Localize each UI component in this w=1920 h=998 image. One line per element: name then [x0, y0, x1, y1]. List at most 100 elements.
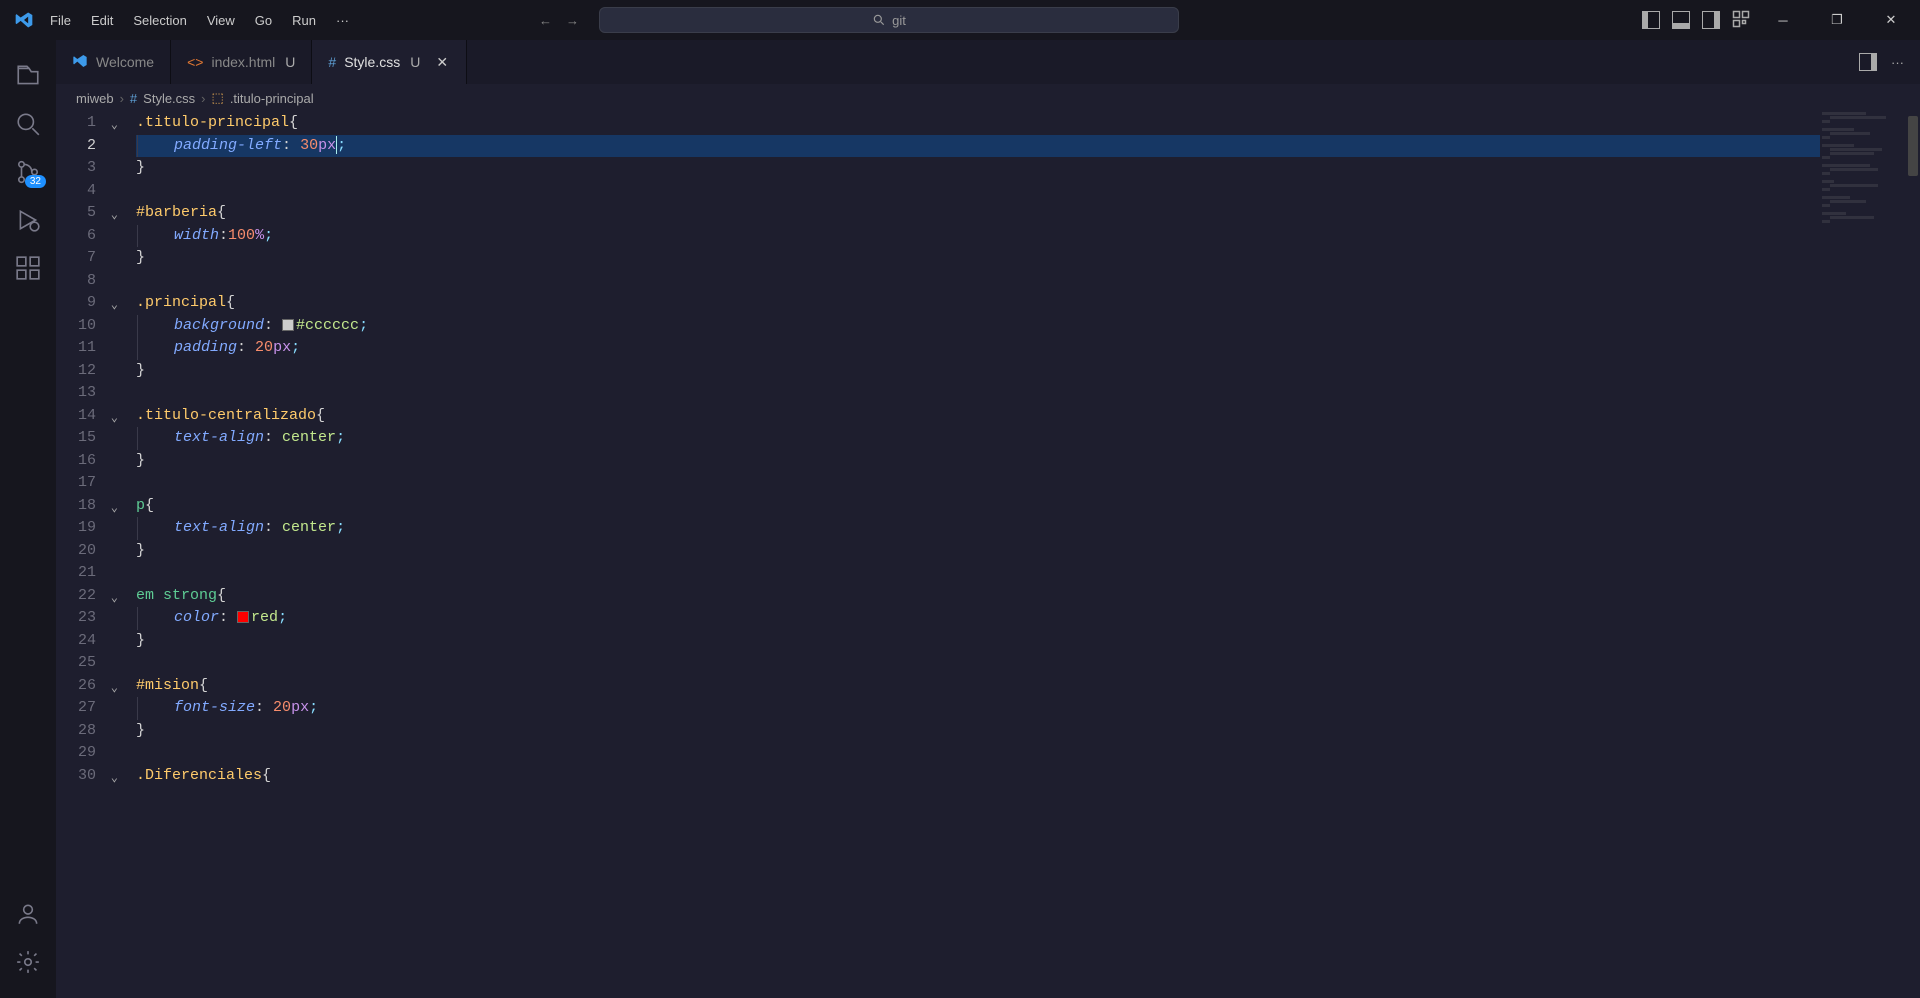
code-line[interactable]	[136, 742, 1820, 765]
toggle-secondary-sidebar-icon[interactable]	[1702, 11, 1720, 29]
code-line[interactable]: }	[136, 360, 1820, 383]
code-line[interactable]	[136, 472, 1820, 495]
menu-file[interactable]: File	[40, 7, 81, 34]
modified-indicator: U	[410, 54, 420, 70]
editor-tabs: Welcome <> index.html U # Style.css U ✕ …	[56, 40, 1920, 84]
fold-chevron-icon[interactable]: ⌄	[111, 407, 118, 430]
code-line[interactable]	[136, 382, 1820, 405]
code-line[interactable]: p{	[136, 495, 1820, 518]
code-line[interactable]: .titulo-principal{	[136, 112, 1820, 135]
code-line[interactable]: width:100%;	[136, 225, 1820, 248]
code-line[interactable]: font-size: 20px;	[136, 697, 1820, 720]
tab-index-html[interactable]: <> index.html U	[171, 40, 312, 84]
menu-more[interactable]: ···	[326, 7, 359, 34]
code-line[interactable]	[136, 562, 1820, 585]
split-editor-icon[interactable]	[1859, 53, 1877, 71]
activity-extensions-icon[interactable]	[4, 244, 52, 292]
search-icon	[872, 13, 886, 27]
code-line[interactable]	[136, 180, 1820, 203]
fold-chevron-icon[interactable]: ⌄	[111, 677, 118, 700]
color-swatch-icon[interactable]	[237, 611, 249, 623]
fold-chevron-icon[interactable]: ⌄	[111, 767, 118, 790]
line-number-gutter: 1⌄2345⌄6789⌄1011121314⌄15161718⌄19202122…	[56, 112, 128, 787]
activity-run-debug-icon[interactable]	[4, 196, 52, 244]
command-center-search[interactable]: git	[599, 7, 1179, 33]
scrollbar-thumb[interactable]	[1908, 116, 1918, 176]
title-bar: File Edit Selection View Go Run ··· ← → …	[0, 0, 1920, 40]
code-line[interactable]: }	[136, 450, 1820, 473]
code-line[interactable]: }	[136, 157, 1820, 180]
code-line[interactable]: text-align: center;	[136, 427, 1820, 450]
activity-source-control-icon[interactable]: 32	[4, 148, 52, 196]
fold-chevron-icon[interactable]: ⌄	[111, 114, 118, 137]
vertical-scrollbar[interactable]	[1906, 112, 1920, 998]
code-line[interactable]: .titulo-centralizado{	[136, 405, 1820, 428]
css-file-icon: #	[328, 54, 336, 70]
breadcrumb-symbol[interactable]: .titulo-principal	[230, 91, 314, 106]
breadcrumb-file[interactable]: Style.css	[143, 91, 195, 106]
code-line[interactable]	[136, 652, 1820, 675]
code-line[interactable]: #mision{	[136, 675, 1820, 698]
scm-badge: 32	[25, 175, 46, 188]
code-line[interactable]: padding-left: 30px;	[136, 135, 1820, 158]
code-line[interactable]: background: #cccccc;	[136, 315, 1820, 338]
code-line[interactable]: }	[136, 540, 1820, 563]
breadcrumb[interactable]: miweb › # Style.css › ⬚ .titulo-principa…	[56, 84, 1920, 112]
css-file-icon: #	[130, 91, 137, 106]
vscode-logo	[8, 10, 40, 30]
code-line[interactable]: padding: 20px;	[136, 337, 1820, 360]
menu-edit[interactable]: Edit	[81, 7, 123, 34]
fold-chevron-icon[interactable]: ⌄	[111, 204, 118, 227]
code-line[interactable]: .Diferenciales{	[136, 765, 1820, 788]
code-line[interactable]: em strong{	[136, 585, 1820, 608]
activity-settings-icon[interactable]	[4, 938, 52, 986]
chevron-right-icon: ›	[120, 91, 124, 106]
window-minimize-button[interactable]: ─	[1762, 5, 1804, 35]
code-line[interactable]: color: red;	[136, 607, 1820, 630]
code-line[interactable]: text-align: center;	[136, 517, 1820, 540]
code-line[interactable]: #barberia{	[136, 202, 1820, 225]
tab-welcome[interactable]: Welcome	[56, 40, 171, 84]
symbol-icon: ⬚	[212, 90, 224, 106]
fold-chevron-icon[interactable]: ⌄	[111, 294, 118, 317]
tab-label: Style.css	[344, 54, 400, 70]
code-line[interactable]: }	[136, 720, 1820, 743]
menu-run[interactable]: Run	[282, 7, 326, 34]
code-line[interactable]: .principal{	[136, 292, 1820, 315]
breadcrumb-folder[interactable]: miweb	[76, 91, 114, 106]
fold-chevron-icon[interactable]: ⌄	[111, 587, 118, 610]
window-close-button[interactable]: ✕	[1870, 5, 1912, 35]
minimap[interactable]	[1822, 112, 1902, 998]
fold-chevron-icon[interactable]: ⌄	[111, 497, 118, 520]
code-line[interactable]: }	[136, 247, 1820, 270]
tab-style-css[interactable]: # Style.css U ✕	[312, 40, 467, 84]
window-maximize-button[interactable]: ❐	[1816, 5, 1858, 35]
activity-search-icon[interactable]	[4, 100, 52, 148]
activity-explorer-icon[interactable]	[4, 52, 52, 100]
more-actions-icon[interactable]: ···	[1891, 55, 1904, 70]
menu-selection[interactable]: Selection	[123, 7, 196, 34]
nav-buttons: ← →	[539, 13, 579, 28]
title-bar-right: ─ ❐ ✕	[1642, 5, 1912, 35]
menu-go[interactable]: Go	[245, 7, 282, 34]
code-editor[interactable]: 1⌄2345⌄6789⌄1011121314⌄15161718⌄19202122…	[56, 112, 1920, 998]
chevron-right-icon: ›	[201, 91, 205, 106]
nav-forward-icon[interactable]: →	[566, 13, 579, 28]
vscode-icon	[72, 53, 88, 72]
code-content[interactable]: .titulo-principal{ padding-left: 30px;} #…	[136, 112, 1820, 787]
code-line[interactable]: }	[136, 630, 1820, 653]
code-line[interactable]	[136, 270, 1820, 293]
toggle-primary-sidebar-icon[interactable]	[1642, 11, 1660, 29]
menu-bar: File Edit Selection View Go Run ···	[40, 7, 359, 34]
customize-layout-icon[interactable]	[1732, 10, 1750, 31]
nav-back-icon[interactable]: ←	[539, 13, 552, 28]
modified-indicator: U	[285, 54, 295, 70]
toggle-panel-icon[interactable]	[1672, 11, 1690, 29]
search-placeholder: git	[892, 13, 906, 28]
menu-view[interactable]: View	[197, 7, 245, 34]
activity-accounts-icon[interactable]	[4, 890, 52, 938]
activity-bar: 32	[0, 40, 56, 998]
close-tab-icon[interactable]: ✕	[434, 52, 450, 73]
color-swatch-icon[interactable]	[282, 319, 294, 331]
tab-label: index.html	[211, 54, 275, 70]
